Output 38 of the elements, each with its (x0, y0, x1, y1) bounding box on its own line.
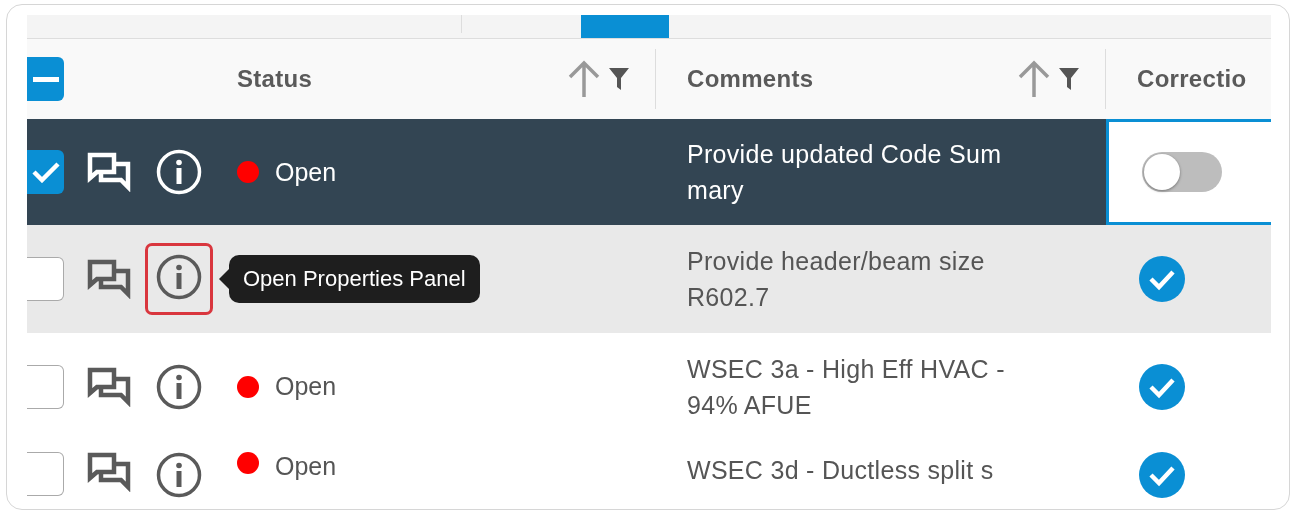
select-all-checkbox[interactable] (27, 57, 64, 101)
check-icon (31, 161, 60, 183)
comment-text: Provide updated Code Sum mary (686, 139, 1002, 206)
column-header[interactable]: Correctio (1137, 65, 1247, 93)
chat-bubbles-icon[interactable] (87, 152, 131, 192)
chat-bubbles-icon[interactable] (87, 259, 131, 299)
chat-bubbles-icon[interactable] (87, 366, 131, 407)
filter-icon[interactable] (609, 68, 629, 90)
info-icon[interactable] (156, 452, 202, 498)
check-circle-icon (1139, 256, 1185, 302)
check-circle-icon (1139, 363, 1185, 410)
row-checkbox[interactable] (27, 452, 64, 496)
status-dot (237, 375, 259, 398)
row-checkbox[interactable] (27, 150, 64, 194)
info-icon[interactable] (156, 363, 202, 410)
status-dot (237, 452, 259, 474)
info-icon[interactable] (155, 254, 202, 300)
sort-arrow-icon[interactable] (1017, 60, 1051, 98)
row-checkbox[interactable] (27, 257, 64, 301)
column-header[interactable]: Comments (687, 65, 814, 93)
comment-text: Provide header/beam size R602.7 (686, 246, 985, 313)
status-label: Open (275, 452, 337, 481)
sort-arrow-icon[interactable] (567, 60, 601, 98)
table-row[interactable]: Open Provide updated Code Sum mary (27, 119, 1271, 225)
check-circle-icon (1139, 452, 1185, 498)
toggle-switch[interactable] (1142, 152, 1222, 192)
table-row[interactable]: Provide header/beam size R602.7 Open Properties Panel (27, 225, 1271, 333)
chat-bubbles-icon[interactable] (87, 452, 131, 492)
column-header[interactable]: Status (237, 65, 313, 93)
filter-icon[interactable] (1059, 68, 1079, 90)
comment-text: WSEC 3a - High Eff HVAC - 94% AFUE (686, 353, 1005, 421)
status-label: Open (275, 372, 337, 401)
status-label: Open (275, 157, 337, 187)
tooltip: Open Properties Panel (229, 255, 480, 303)
status-dot (237, 161, 259, 183)
row-checkbox[interactable] (27, 364, 64, 409)
minus-icon (32, 76, 59, 82)
comment-text: WSEC 3d - Ductless split s (686, 455, 994, 486)
